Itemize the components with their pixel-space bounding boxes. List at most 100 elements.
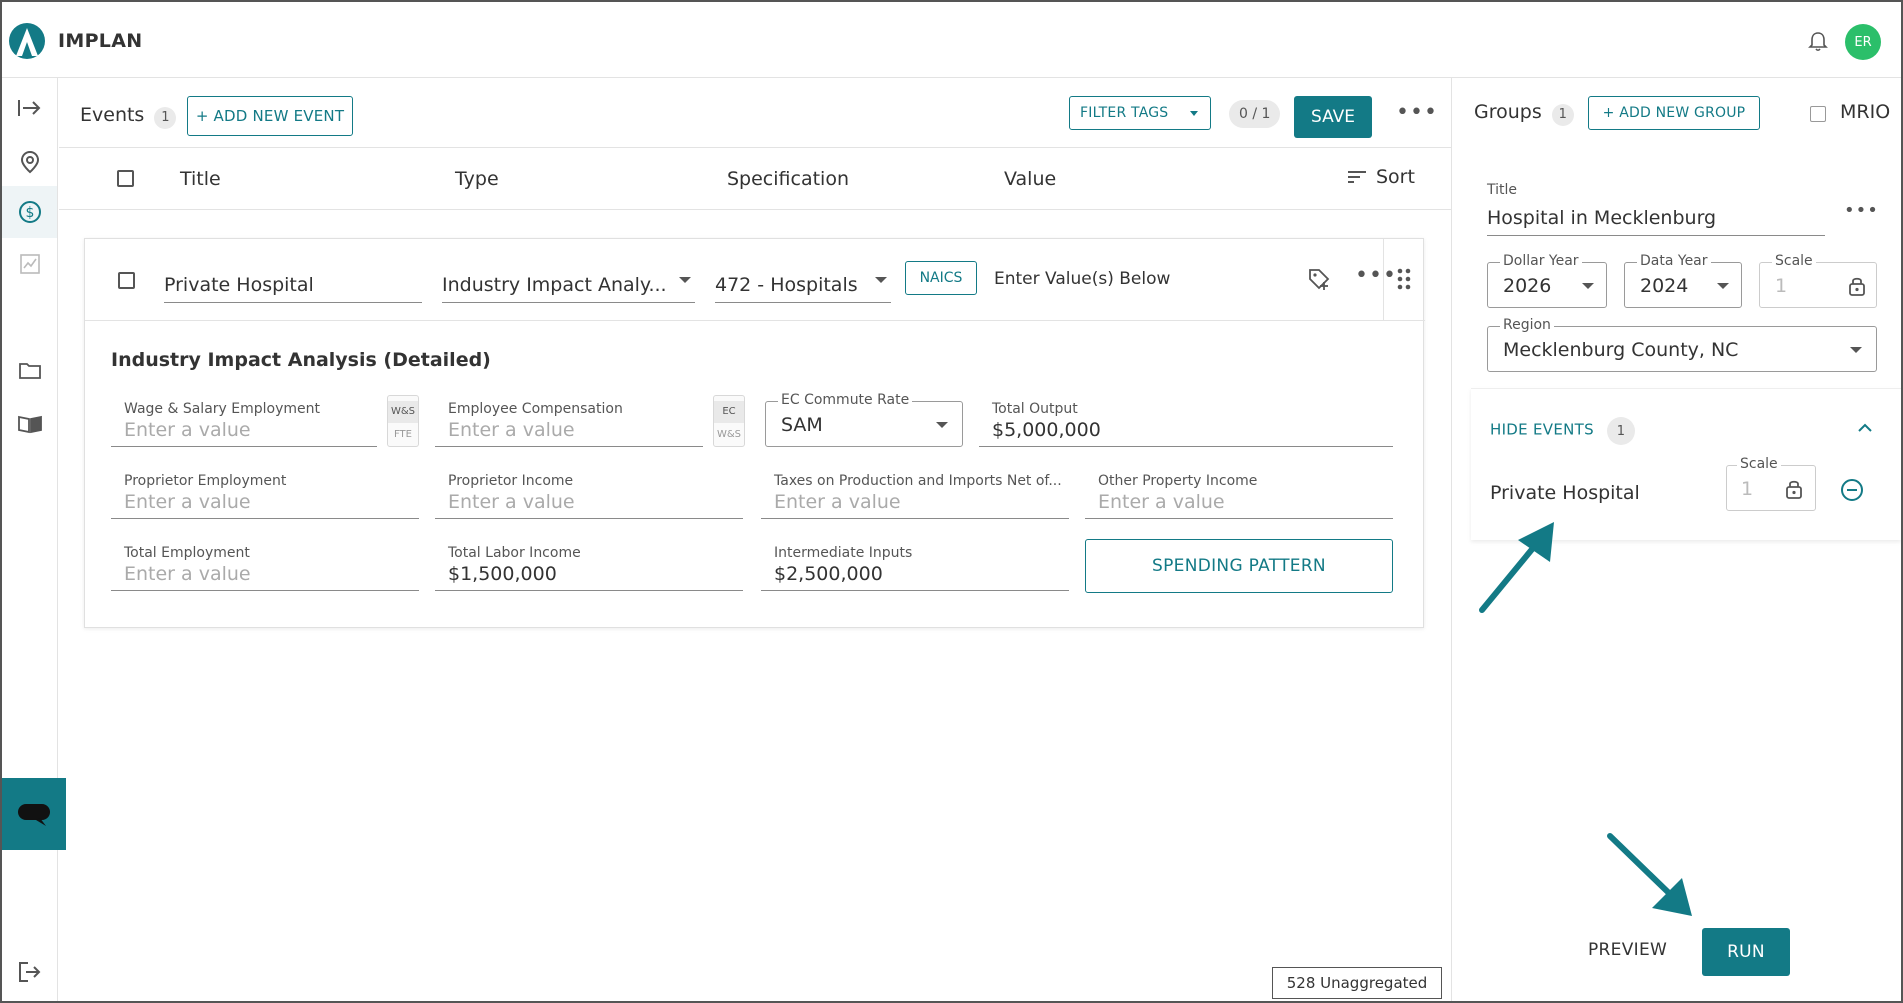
group-title-input[interactable]: Hospital in Mecklenburg [1487, 198, 1825, 236]
proprietor-income-field[interactable]: Proprietor Income Enter a value [435, 469, 743, 519]
results-nav-button[interactable] [2, 238, 57, 290]
add-tag-icon[interactable] [1307, 267, 1331, 291]
unaggregated-status: 528 Unaggregated [1272, 967, 1442, 999]
column-value: Value [1004, 168, 1057, 190]
filter-tags-dropdown[interactable]: FILTER TAGS [1069, 96, 1211, 130]
spending-pattern-button[interactable]: SPENDING PATTERN [1085, 539, 1393, 593]
row-divider [1383, 239, 1384, 321]
employee-compensation-field[interactable]: Employee Compensation Enter a value [435, 397, 703, 447]
login-arrow-icon [17, 100, 40, 116]
event-specification-select[interactable]: 472 - Hospitals [715, 257, 891, 303]
logout-button[interactable] [2, 946, 57, 998]
impacts-nav-button[interactable]: $ [2, 186, 57, 238]
dollar-year-select[interactable]: Dollar Year 2026 [1487, 253, 1607, 308]
run-button[interactable]: RUN [1702, 928, 1790, 976]
groups-heading: Groups 1 [1474, 101, 1574, 126]
event-title-input[interactable]: Private Hospital [164, 257, 422, 303]
proprietor-income-label: Proprietor Income [448, 473, 574, 489]
group-scale-value: 1 [1775, 275, 1788, 297]
group-title-value: Hospital in Mecklenburg [1487, 207, 1717, 229]
ec-tag: EC [714, 401, 744, 423]
events-title: Events [80, 104, 145, 126]
library-nav-button[interactable] [2, 398, 57, 450]
lock-icon[interactable] [1848, 275, 1866, 297]
chevron-down-icon [679, 277, 691, 283]
data-year-select[interactable]: Data Year 2024 [1624, 253, 1742, 308]
implan-logo-icon[interactable] [8, 22, 46, 60]
event-more-icon[interactable]: ••• [1355, 265, 1397, 287]
chat-button[interactable] [2, 778, 66, 850]
group-scale-field[interactable]: Scale 1 [1759, 253, 1877, 308]
total-labor-income-field[interactable]: Total Labor Income $1,500,000 [435, 541, 743, 591]
event-specification-value: 472 - Hospitals [715, 274, 858, 296]
region-nav-button[interactable] [2, 136, 57, 188]
lock-icon[interactable] [1785, 478, 1803, 500]
event-type-value: Industry Impact Analy... [442, 274, 667, 296]
remove-circle-icon[interactable] [1840, 478, 1864, 502]
proprietor-employment-label: Proprietor Employment [124, 473, 287, 489]
groups-count-badge: 1 [1551, 103, 1574, 126]
user-avatar[interactable]: ER [1845, 24, 1881, 60]
dollar-year-value: 2026 [1503, 275, 1552, 297]
sort-label: Sort [1376, 166, 1415, 188]
group-event-name: Private Hospital [1490, 482, 1640, 504]
sort-icon [1348, 171, 1366, 183]
add-new-event-button[interactable]: + ADD NEW EVENT [187, 96, 353, 136]
wage-salary-employment-field[interactable]: Wage & Salary Employment Enter a value [111, 397, 377, 447]
intermediate-inputs-field[interactable]: Intermediate Inputs $2,500,000 [761, 541, 1069, 591]
preview-button[interactable]: PREVIEW [1588, 940, 1667, 960]
intermediate-inputs-label: Intermediate Inputs [774, 545, 913, 561]
other-property-income-field[interactable]: Other Property Income Enter a value [1085, 469, 1393, 519]
event-scale-label: Scale [1737, 456, 1781, 472]
event-scale-field[interactable]: Scale 1 [1726, 456, 1816, 511]
event-row-checkbox[interactable] [118, 272, 135, 289]
ec-commute-rate-value: SAM [781, 414, 823, 436]
compensation-unit-toggle[interactable]: EC W&S [713, 395, 745, 447]
annotation-arrow-icon [1479, 522, 1554, 613]
chevron-up-icon[interactable] [1857, 423, 1873, 433]
event-title-value: Private Hospital [164, 274, 314, 296]
projects-nav-button[interactable] [2, 344, 57, 396]
hide-events-count: 1 [1607, 417, 1635, 445]
employee-compensation-label: Employee Compensation [448, 401, 623, 417]
bell-icon[interactable] [1806, 30, 1830, 54]
save-button[interactable]: SAVE [1294, 96, 1372, 138]
hide-events-toggle[interactable]: HIDE EVENTS 1 [1490, 417, 1635, 445]
filter-tags-label: FILTER TAGS [1080, 105, 1169, 121]
naics-button[interactable]: NAICS [905, 261, 977, 295]
add-new-group-button[interactable]: + ADD NEW GROUP [1588, 96, 1760, 130]
mrio-checkbox[interactable] [1810, 106, 1826, 122]
intermediate-inputs-value: $2,500,000 [774, 563, 883, 585]
select-all-checkbox[interactable] [117, 170, 134, 187]
proprietor-employment-field[interactable]: Proprietor Employment Enter a value [111, 469, 419, 519]
events-more-icon[interactable]: ••• [1396, 102, 1438, 124]
total-output-field[interactable]: Total Output $5,000,000 [979, 397, 1393, 447]
logout-icon [18, 962, 40, 982]
total-employment-field[interactable]: Total Employment Enter a value [111, 541, 419, 591]
expand-sidebar-button[interactable] [2, 82, 57, 134]
drag-handle-icon[interactable] [1397, 267, 1411, 291]
ec-commute-rate-select[interactable]: EC Commute Rate SAM [765, 392, 963, 447]
chevron-down-icon [1850, 347, 1862, 353]
dollar-icon: $ [18, 201, 41, 223]
taxes-on-production-field[interactable]: Taxes on Production and Imports Net of..… [761, 469, 1069, 519]
event-type-select[interactable]: Industry Impact Analy... [442, 257, 695, 303]
event-value-hint: Enter Value(s) Below [994, 269, 1171, 289]
wage-salary-employment-label: Wage & Salary Employment [124, 401, 320, 417]
chat-icon [18, 804, 50, 826]
region-select[interactable]: Region Mecklenburg County, NC [1487, 317, 1877, 372]
top-bar: IMPLAN ER [2, 2, 1901, 78]
app-window: IMPLAN ER $ Events 1 + ADD NEW EVENT FIL… [0, 0, 1903, 1003]
total-output-label: Total Output [992, 401, 1078, 417]
sort-button[interactable]: Sort [1346, 166, 1415, 188]
groups-header: Groups 1 + ADD NEW GROUP MRIO [1452, 78, 1901, 148]
group-more-icon[interactable]: ••• [1844, 202, 1879, 220]
region-label: Region [1500, 317, 1554, 333]
groups-title: Groups [1474, 101, 1542, 123]
folder-icon [18, 363, 41, 379]
event-row: Private Hospital Industry Impact Analy..… [85, 239, 1425, 321]
total-labor-income-label: Total Labor Income [448, 545, 581, 561]
proprietor-income-placeholder: Enter a value [448, 491, 575, 513]
events-count-badge: 1 [154, 106, 177, 129]
wage-unit-toggle[interactable]: W&S FTE [387, 395, 419, 447]
